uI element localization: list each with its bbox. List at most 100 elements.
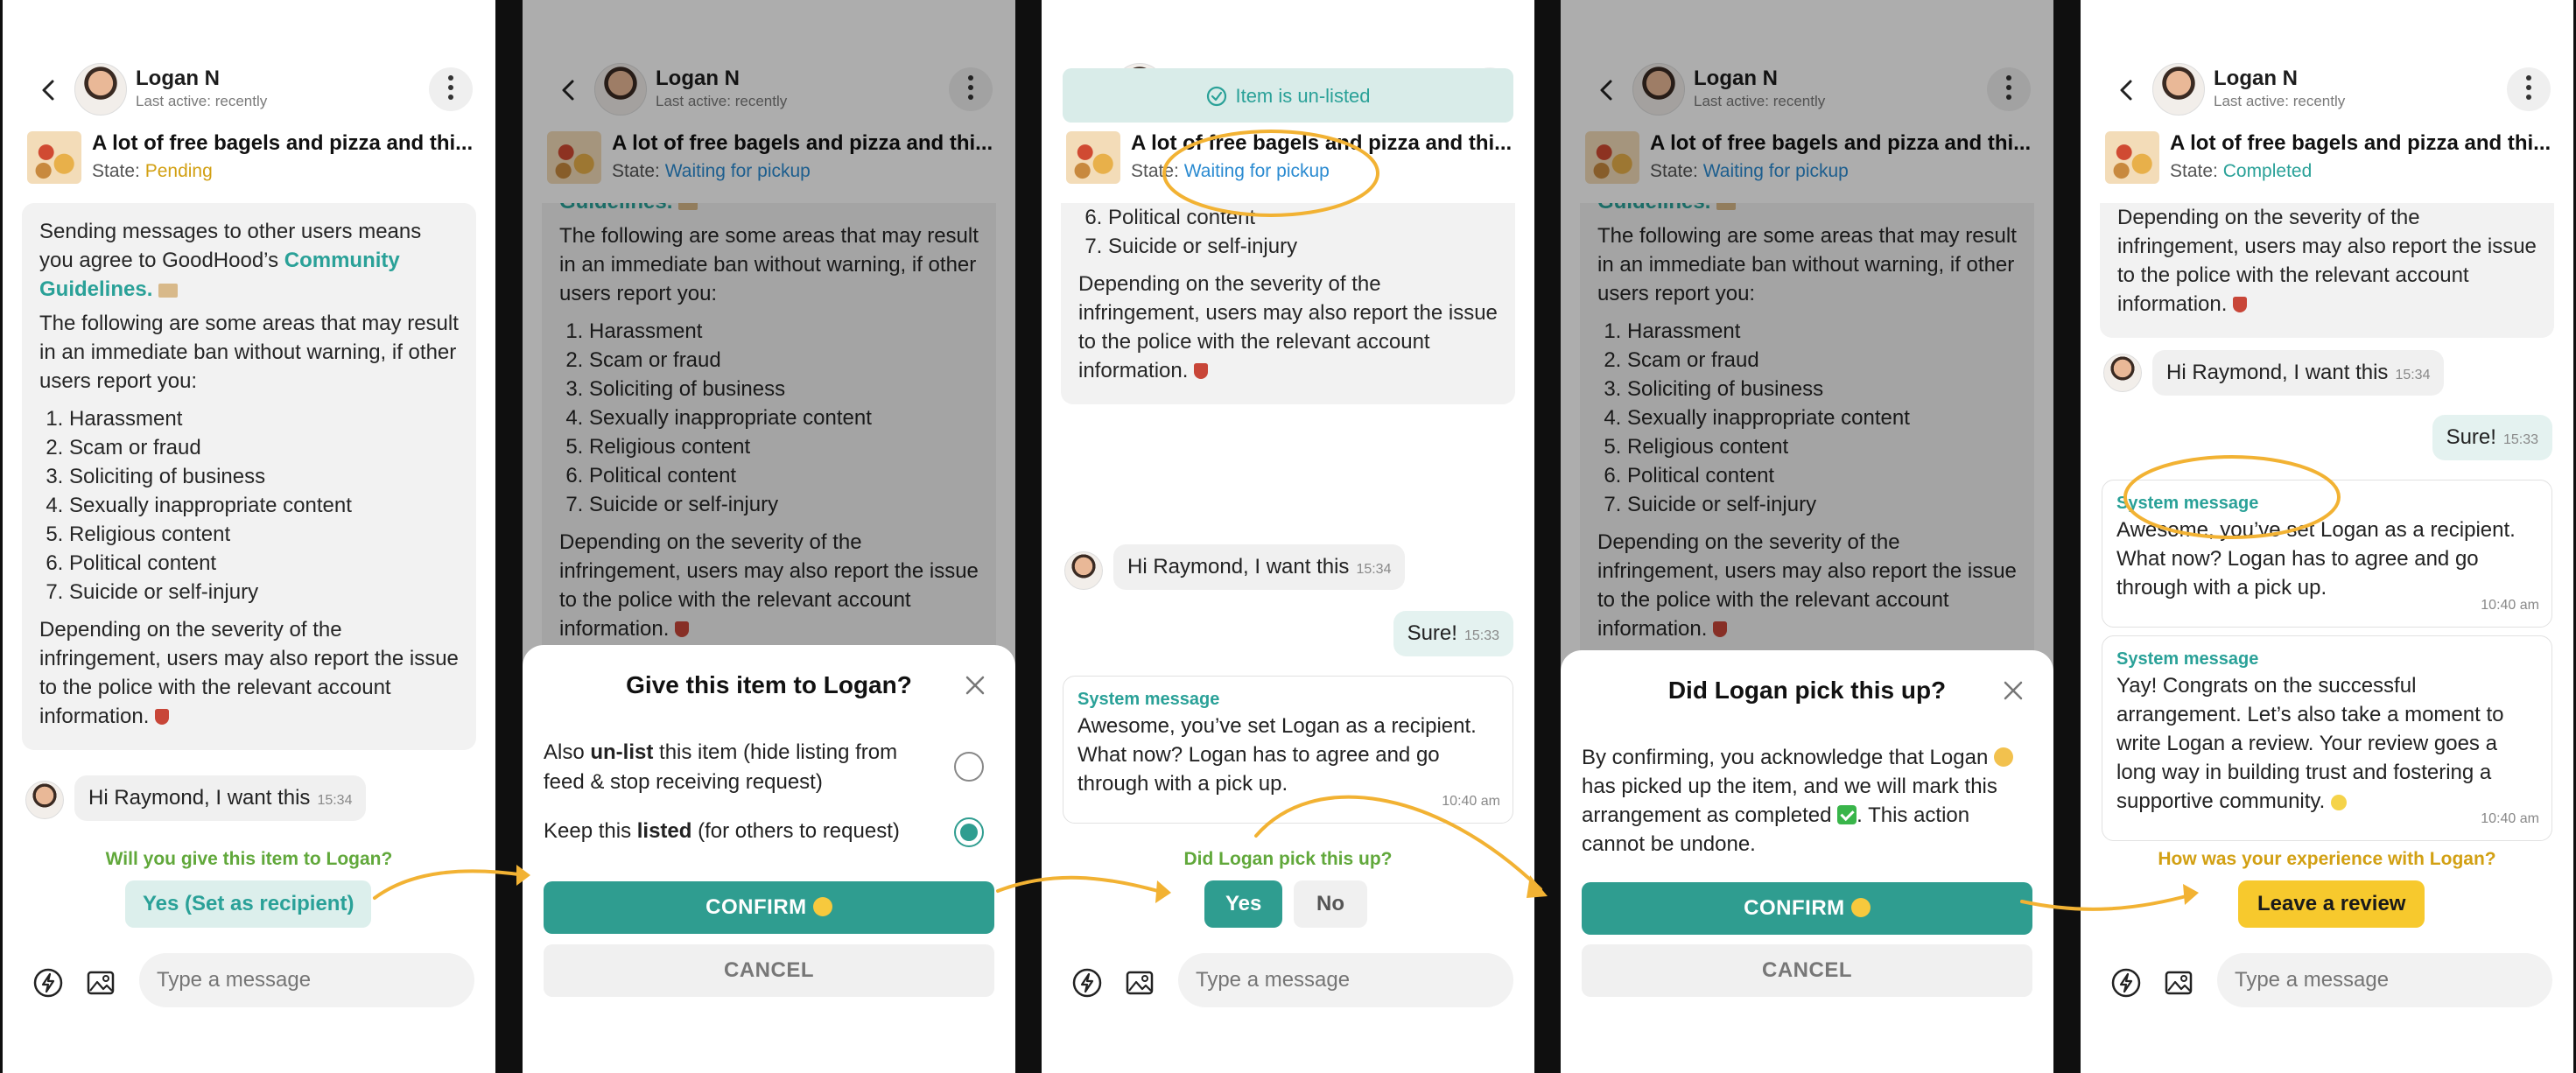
running-emoji-icon: [1993, 747, 2013, 767]
item-thumbnail[interactable]: [1066, 131, 1120, 184]
message-time: 15:33: [2502, 432, 2538, 447]
quick-reply-bolt-icon[interactable]: [2110, 967, 2142, 999]
item-title[interactable]: A lot of free bagels and pizza and thi..…: [1131, 131, 1516, 156]
state-value: Waiting for pickup: [1183, 161, 1330, 181]
leave-review-button[interactable]: Leave a review: [2238, 880, 2425, 928]
more-options-icon[interactable]: [429, 67, 473, 111]
list-item: Political content: [1108, 203, 1498, 232]
set-recipient-button[interactable]: Yes (Set as recipient): [125, 880, 372, 928]
back-arrow-icon[interactable]: [2112, 75, 2142, 105]
confirm-button[interactable]: CONFIRM: [1582, 882, 2032, 935]
yes-button[interactable]: Yes: [1204, 880, 1283, 928]
chat-area[interactable]: The following are some areas that may re…: [1042, 203, 1534, 1073]
message-time: 15:34: [317, 793, 353, 808]
option-bold: listed: [636, 819, 692, 843]
item-title[interactable]: A lot of free bagels and pizza and thi..…: [92, 131, 477, 156]
toast-text: Item is un-listed: [1235, 85, 1371, 108]
sheet-title: Did Logan pick this up?: [1667, 677, 1947, 704]
screen-4-pickup-confirm-sheet: Logan N Last active: recently A lot of f…: [1561, 0, 2053, 1073]
item-state: State: Pending: [92, 161, 213, 182]
message-text: Hi Raymond, I want this: [2166, 361, 2389, 384]
guidelines-list: Harassment Scam or fraud Soliciting of b…: [69, 404, 459, 607]
message-composer: [1042, 950, 1534, 1013]
check-circle-icon: [1207, 87, 1227, 107]
shield-icon: [155, 709, 170, 725]
screen-3-waiting-pickup: Logan N Last active: recently A lot of f…: [1042, 0, 1534, 1073]
list-item: Harassment: [69, 404, 459, 433]
guidelines-outro: Depending on the severity of the infring…: [2117, 203, 2537, 319]
message-input[interactable]: [2217, 953, 2552, 1007]
list-item: Suicide or self-injury: [1108, 232, 1498, 261]
system-message-time: 10:40 am: [2481, 811, 2539, 826]
quick-reply-bolt-icon[interactable]: [1071, 967, 1103, 999]
cancel-button[interactable]: CANCEL: [1582, 944, 2032, 997]
user-avatar[interactable]: [2152, 63, 2205, 116]
shield-icon: [2233, 297, 2248, 312]
outgoing-message: Sure! 15:33: [2432, 415, 2552, 460]
system-message-title: System message: [1077, 690, 1220, 709]
chat-area[interactable]: Sending messages to other users means yo…: [3, 203, 495, 1073]
option-keep-listed[interactable]: Keep this listed (for others to request): [544, 817, 937, 846]
guidelines-outro-text: Depending on the severity of the infring…: [39, 618, 459, 728]
close-icon[interactable]: [963, 673, 987, 698]
list-item: Religious content: [69, 520, 459, 549]
item-thumbnail[interactable]: [27, 131, 81, 184]
message-input[interactable]: [1178, 953, 1513, 1007]
guidelines-outro-text: Depending on the severity of the infring…: [2117, 206, 2537, 316]
option-text: Keep this: [544, 819, 637, 843]
guidelines-outro: Depending on the severity of the infring…: [39, 615, 459, 731]
user-avatar[interactable]: [74, 63, 127, 116]
cancel-button[interactable]: CANCEL: [544, 944, 994, 997]
image-attach-icon[interactable]: [85, 967, 116, 999]
user-last-active: Last active: recently: [2214, 93, 2346, 109]
give-item-prompt: Will you give this item to Logan?: [105, 849, 393, 869]
smile-emoji-icon: [1850, 898, 1871, 917]
message-text: Sure!: [2446, 425, 2496, 449]
list-item: Suicide or self-injury: [69, 578, 459, 607]
system-message-title: System message: [2116, 649, 2259, 669]
chat-area[interactable]: Depending on the severity of the infring…: [2081, 203, 2573, 1073]
list-item: Sexually inappropriate content: [69, 491, 459, 520]
image-attach-icon[interactable]: [1124, 967, 1155, 999]
close-icon[interactable]: [2001, 678, 2025, 703]
list-item: Soliciting of business: [69, 462, 459, 491]
state-label: State:: [2170, 161, 2218, 181]
user-name: Logan N: [2214, 67, 2298, 90]
message-input[interactable]: [139, 953, 474, 1007]
chat-header: Logan N Last active: recently A lot of f…: [3, 0, 495, 203]
guidelines-outro-text: Depending on the severity of the infring…: [1078, 272, 1498, 382]
no-button[interactable]: No: [1294, 880, 1367, 928]
item-state: State: Completed: [2170, 161, 2312, 182]
message-time: 15:34: [2395, 368, 2431, 382]
sender-avatar: [2103, 354, 2142, 392]
message-text: Hi Raymond, I want this: [88, 786, 311, 810]
back-arrow-icon[interactable]: [34, 75, 64, 105]
state-value: Completed: [2222, 161, 2313, 181]
item-thumbnail[interactable]: [2105, 131, 2159, 184]
item-state: State: Waiting for pickup: [1131, 161, 1330, 182]
guidelines-card: Sending messages to other users means yo…: [22, 203, 476, 750]
more-options-icon[interactable]: [2507, 67, 2551, 111]
user-last-active: Last active: recently: [136, 93, 268, 109]
guidelines-card: The following are some areas that may re…: [1061, 203, 1515, 404]
shield-icon: [1194, 363, 1209, 379]
image-attach-icon[interactable]: [2163, 967, 2194, 999]
sheet-text: By confirming, you acknowledge that Loga…: [1582, 746, 1989, 769]
radio-unlist[interactable]: [954, 752, 984, 782]
confirm-label: CONFIRM: [1744, 896, 1845, 920]
option-unlist[interactable]: Also un-list this item (hide listing fro…: [544, 738, 937, 797]
scroll-icon: [158, 284, 179, 298]
state-label: State:: [1131, 161, 1179, 181]
chat-header: Logan N Last active: recently A lot of f…: [2081, 0, 2573, 203]
confirm-button[interactable]: CONFIRM: [544, 881, 994, 934]
guidelines-intro: Sending messages to other users means yo…: [39, 217, 459, 304]
item-title[interactable]: A lot of free bagels and pizza and thi..…: [2170, 131, 2555, 156]
guidelines-card: Depending on the severity of the infring…: [2100, 203, 2554, 338]
quick-reply-bolt-icon[interactable]: [32, 967, 64, 999]
user-name: Logan N: [136, 67, 220, 90]
radio-keep-listed[interactable]: [954, 817, 984, 847]
system-message-title: System message: [2116, 494, 2259, 513]
system-message: System message Awesome, you’ve set Logan…: [1063, 676, 1513, 824]
pickup-confirm-sheet: Did Logan pick this up? By confirming, y…: [1561, 650, 2053, 1073]
guidelines-period: .: [146, 277, 153, 301]
